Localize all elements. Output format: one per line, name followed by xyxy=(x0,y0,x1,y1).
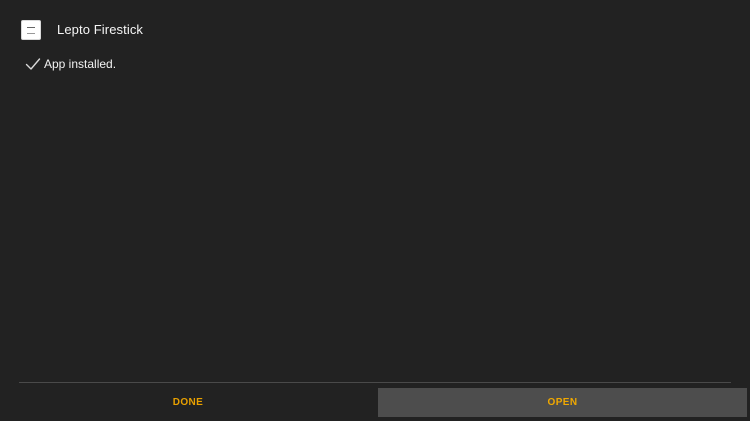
install-complete-screen: Lepto Firestick App installed. DONE OPEN xyxy=(0,0,750,421)
app-header: Lepto Firestick xyxy=(21,20,143,40)
action-button-bar: DONE OPEN xyxy=(0,388,750,417)
app-title: Lepto Firestick xyxy=(57,22,144,37)
checkmark-icon xyxy=(25,58,41,70)
done-button[interactable]: DONE xyxy=(19,388,357,417)
lepto-app-icon xyxy=(21,20,41,40)
app-icon-glyph xyxy=(27,26,35,34)
button-divider xyxy=(19,382,731,383)
status-text: App installed. xyxy=(44,57,117,71)
install-status: App installed. xyxy=(25,56,116,72)
open-button[interactable]: OPEN xyxy=(378,388,747,417)
